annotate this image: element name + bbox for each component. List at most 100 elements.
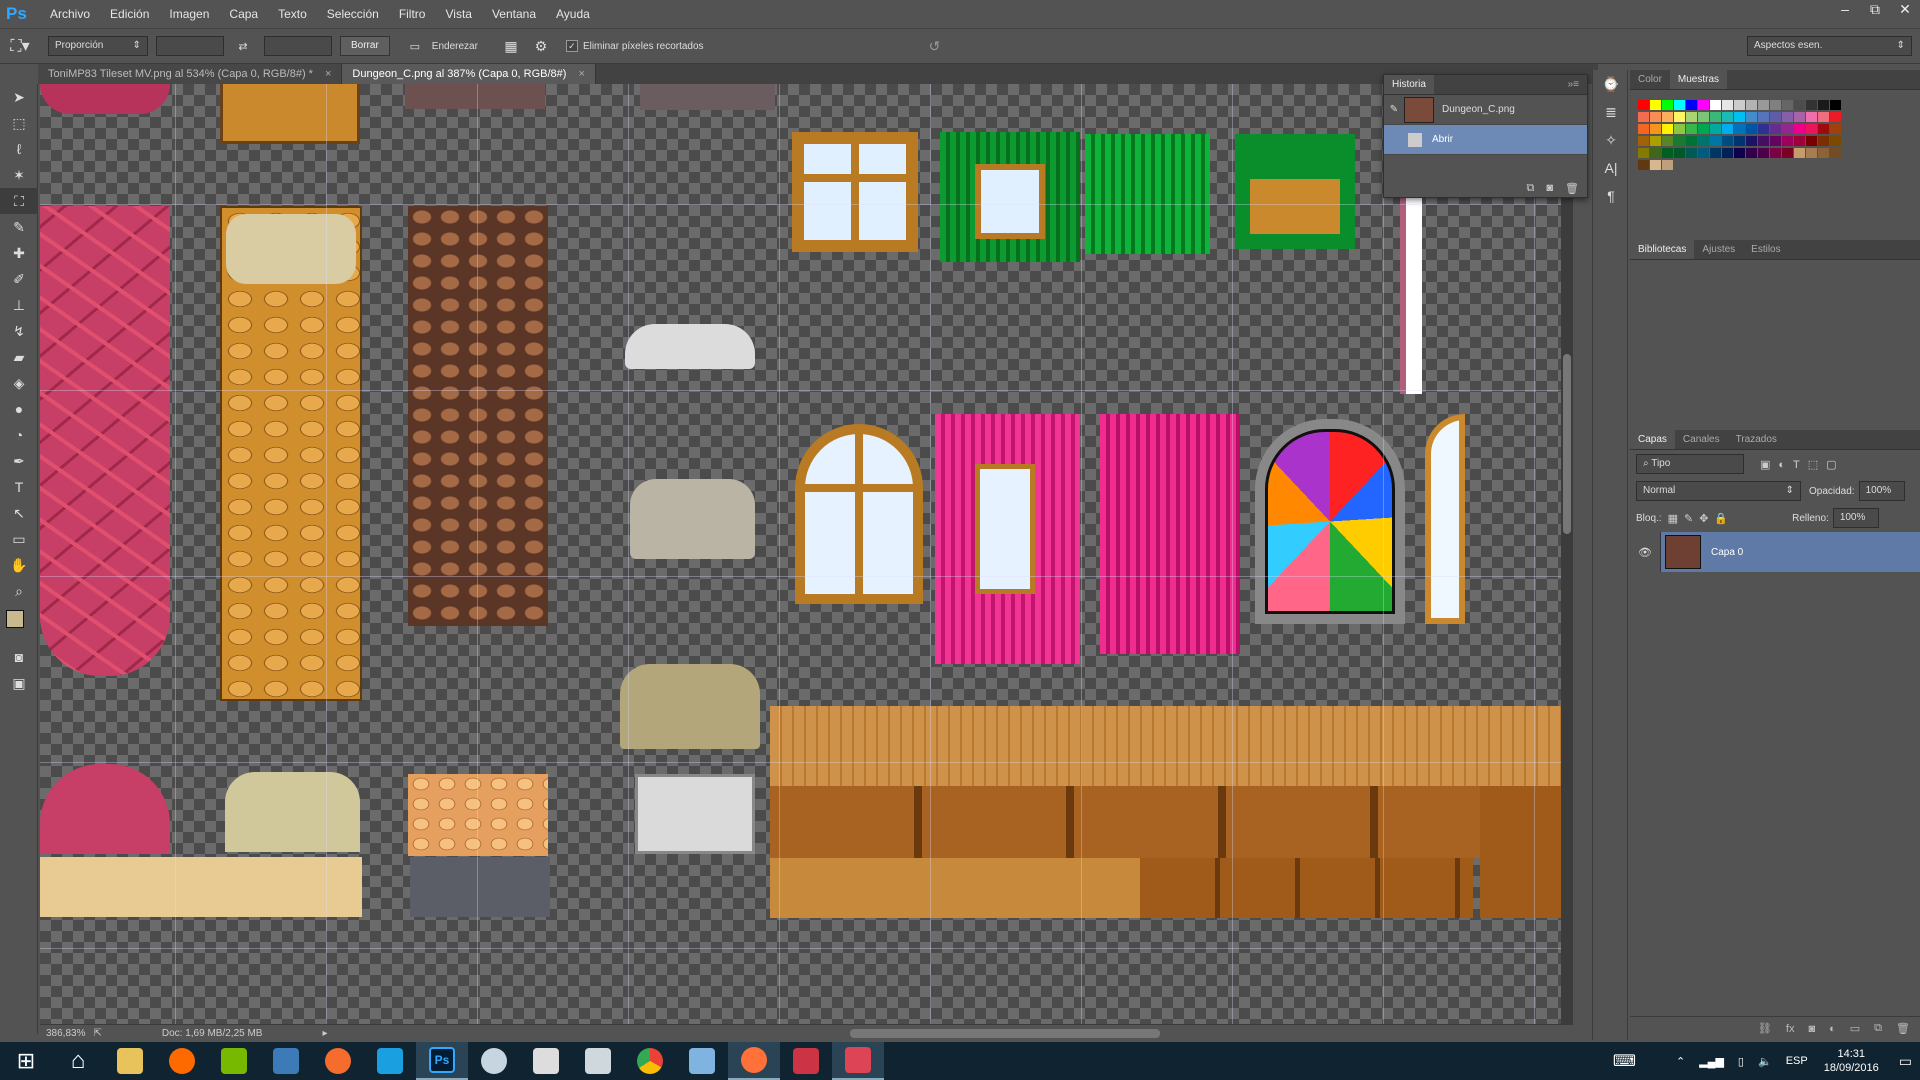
color-swatch[interactable] <box>1746 148 1757 158</box>
close-icon[interactable]: × <box>578 68 584 80</box>
minimize-button[interactable]: – <box>1830 0 1860 20</box>
delete-cropped-checkbox[interactable]: ✓ <box>565 40 578 52</box>
eraser-tool-icon[interactable]: ▰ <box>0 344 38 370</box>
color-swatch[interactable] <box>1746 136 1757 146</box>
color-swatch[interactable] <box>1650 124 1661 134</box>
magic-wand-tool-icon[interactable]: ✶ <box>0 162 38 188</box>
restore-button[interactable]: ⧉ <box>1860 0 1890 20</box>
camera-icon[interactable]: ◙ <box>1546 182 1553 195</box>
color-swatch[interactable] <box>1662 112 1673 122</box>
color-swatch[interactable] <box>1662 148 1673 158</box>
color-swatch[interactable] <box>1770 136 1781 146</box>
swatches-grid[interactable] <box>1630 90 1920 240</box>
layer-name[interactable]: Capa 0 <box>1711 547 1743 558</box>
taskbar-maps[interactable] <box>572 1042 624 1080</box>
network-icon[interactable]: ▂▄▆ <box>1699 1055 1724 1068</box>
history-brush-tool-icon[interactable]: ↯ <box>0 318 38 344</box>
color-swatch[interactable] <box>1650 100 1661 110</box>
color-swatch[interactable] <box>1782 148 1793 158</box>
new-layer-icon[interactable]: ⧉ <box>1874 1022 1882 1035</box>
color-swatch[interactable] <box>1794 148 1805 158</box>
bucket-tool-icon[interactable]: ◈ <box>0 370 38 396</box>
brush-source-icon[interactable]: ✎ <box>1384 104 1404 115</box>
taskbar-firefox[interactable] <box>728 1042 780 1080</box>
taskbar-photoshop[interactable]: Ps <box>416 1042 468 1080</box>
opacity-input[interactable]: 100% <box>1858 481 1905 501</box>
color-swatch[interactable] <box>1734 100 1745 110</box>
color-swatch[interactable] <box>1770 100 1781 110</box>
color-swatch[interactable] <box>1650 148 1661 158</box>
color-swatch[interactable] <box>1722 136 1733 146</box>
color-swatch[interactable] <box>1698 112 1709 122</box>
color-swatch[interactable] <box>1830 100 1841 110</box>
close-button[interactable]: ✕ <box>1890 0 1920 20</box>
marquee-tool-icon[interactable]: ⬚ <box>0 110 38 136</box>
color-swatch[interactable] <box>1710 148 1721 158</box>
color-swatch[interactable] <box>1638 124 1649 134</box>
taskbar-store[interactable] <box>676 1042 728 1080</box>
tab-paths[interactable]: Trazados <box>1728 430 1785 449</box>
color-swatch[interactable] <box>1686 136 1697 146</box>
color-swatch[interactable] <box>1710 100 1721 110</box>
folder-icon[interactable]: ▭ <box>1850 1022 1860 1035</box>
color-swatch[interactable] <box>1650 136 1661 146</box>
export-icon[interactable]: ⇱ <box>93 1028 101 1039</box>
color-swatch[interactable] <box>1638 136 1649 146</box>
tab-color[interactable]: Color <box>1630 70 1670 89</box>
color-swatch[interactable] <box>1770 148 1781 158</box>
clear-button[interactable]: Borrar <box>340 36 390 56</box>
brush-tool-icon[interactable]: ✐ <box>0 266 38 292</box>
taskbar-uplay[interactable] <box>364 1042 416 1080</box>
color-swatch[interactable] <box>1782 100 1793 110</box>
color-swatch[interactable] <box>1746 100 1757 110</box>
menu-imagen[interactable]: Imagen <box>159 0 219 28</box>
color-swatch[interactable] <box>1806 124 1817 134</box>
eyedropper-tool-icon[interactable]: ✎ <box>0 214 38 240</box>
menu-ventana[interactable]: Ventana <box>482 0 546 28</box>
color-swatch[interactable] <box>1734 124 1745 134</box>
crop-preset-icon[interactable]: ⛶▾ <box>0 36 40 56</box>
color-swatch[interactable] <box>1638 100 1649 110</box>
stamp-tool-icon[interactable]: ⊥ <box>0 292 38 318</box>
taskbar-rpgmaker-a[interactable] <box>780 1042 832 1080</box>
color-swatch[interactable] <box>1662 100 1673 110</box>
dodge-tool-icon[interactable]: ◔ <box>0 422 38 448</box>
taskbar-app-s[interactable] <box>260 1042 312 1080</box>
eye-icon[interactable]: 👁 <box>1638 546 1652 559</box>
color-swatch[interactable] <box>1830 136 1841 146</box>
color-swatch[interactable] <box>1722 148 1733 158</box>
menu-edicion[interactable]: Edición <box>100 0 159 28</box>
horizontal-scroll-thumb[interactable] <box>850 1029 1160 1038</box>
status-menu-arrow-icon[interactable]: ▸ <box>322 1028 327 1039</box>
tab-layers[interactable]: Capas <box>1630 430 1675 449</box>
color-swatch[interactable] <box>1806 112 1817 122</box>
taskbar-nvidia[interactable] <box>208 1042 260 1080</box>
color-swatch[interactable] <box>1794 100 1805 110</box>
color-swatch[interactable] <box>1758 112 1769 122</box>
color-swatch[interactable] <box>1818 112 1829 122</box>
fx-icon[interactable]: fx <box>1786 1023 1795 1035</box>
color-swatch[interactable] <box>1674 100 1685 110</box>
blend-mode-select[interactable]: Normal ⇕ <box>1636 481 1801 501</box>
overlay-grid-icon[interactable]: ▦ <box>500 38 522 55</box>
healing-tool-icon[interactable]: ✚ <box>0 240 38 266</box>
taskbar-chrome[interactable] <box>624 1042 676 1080</box>
tab-dungeon-c[interactable]: Dungeon_C.png al 387% (Capa 0, RGB/8#) × <box>342 64 596 84</box>
color-swatch[interactable] <box>1650 112 1661 122</box>
color-swatch[interactable] <box>1710 124 1721 134</box>
taskbar-app-hand[interactable] <box>156 1042 208 1080</box>
hand-tool-icon[interactable]: ✋ <box>0 552 38 578</box>
color-swatch[interactable] <box>1818 100 1829 110</box>
keyboard-icon[interactable]: ⌨ <box>1613 1051 1636 1071</box>
canvas[interactable] <box>40 84 1573 1024</box>
character-icon[interactable]: A| <box>1593 154 1629 182</box>
language-indicator[interactable]: ESP <box>1786 1055 1808 1067</box>
reset-icon[interactable]: ↺ <box>924 38 946 55</box>
menu-seleccion[interactable]: Selección <box>317 0 389 28</box>
start-button[interactable]: ⊞ <box>0 1042 52 1080</box>
color-swatch[interactable] <box>1758 148 1769 158</box>
taskbar-film[interactable] <box>520 1042 572 1080</box>
color-swatch[interactable] <box>1674 148 1685 158</box>
clock[interactable]: 14:31 18/09/2016 <box>1824 1047 1879 1075</box>
volume-icon[interactable]: 🔈 <box>1758 1055 1772 1068</box>
